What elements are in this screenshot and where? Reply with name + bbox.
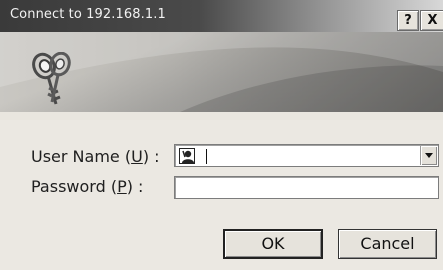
help-button[interactable]: ? (397, 10, 419, 31)
keys-icon (32, 52, 71, 105)
username-label-suffix: ) : (142, 147, 160, 166)
chevron-down-icon (425, 153, 433, 158)
login-dialog: Connect to 192.168.1.1 ? X User Name (U)… (0, 0, 443, 270)
banner-divider (0, 112, 443, 120)
password-field[interactable] (174, 176, 439, 199)
password-label-suffix: ) : (126, 177, 144, 196)
close-button[interactable]: X (420, 10, 443, 31)
text-cursor (206, 149, 207, 164)
username-dropdown-button[interactable] (420, 146, 437, 165)
username-combobox[interactable] (174, 144, 439, 167)
dialog-banner (0, 32, 443, 112)
password-accel-key: P (117, 177, 127, 196)
title-bar[interactable]: Connect to 192.168.1.1 ? X (0, 0, 443, 32)
cancel-button[interactable]: Cancel (338, 229, 437, 259)
username-label-text: User Name (31, 147, 120, 166)
user-icon (179, 148, 195, 164)
username-accel-key: U (131, 147, 143, 166)
window-title: Connect to 192.168.1.1 (10, 7, 166, 22)
username-label: User Name (U) : (31, 147, 160, 166)
ok-button[interactable]: OK (223, 229, 323, 259)
password-label: Password (P) : (31, 177, 144, 196)
password-label-text: Password (31, 177, 106, 196)
